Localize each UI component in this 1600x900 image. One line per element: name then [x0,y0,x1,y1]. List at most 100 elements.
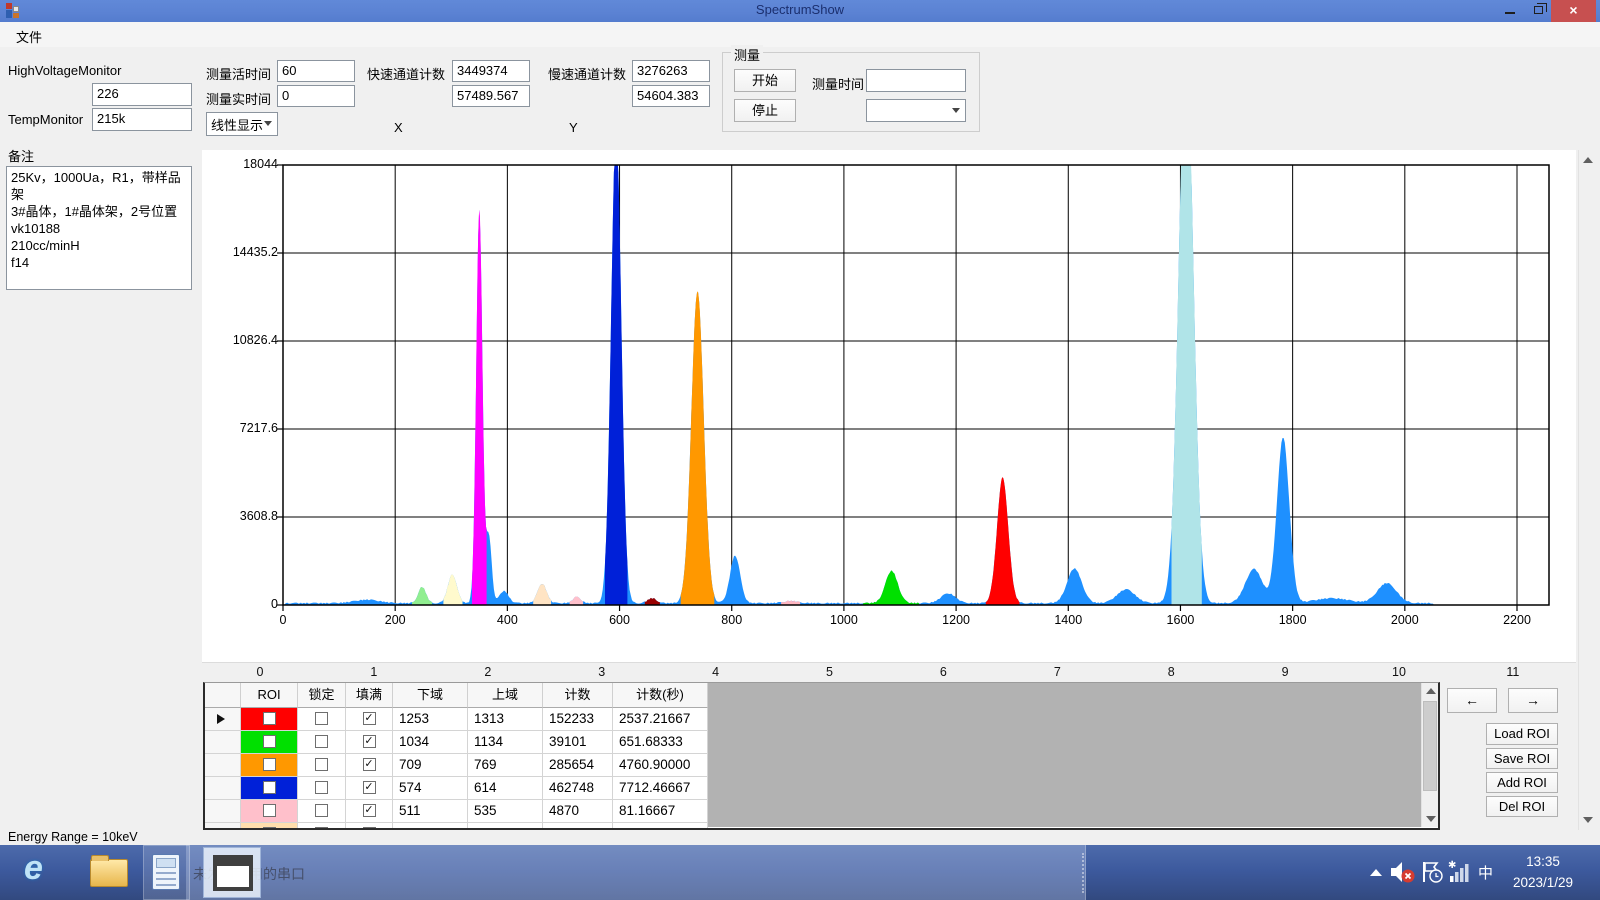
count-cell[interactable]: 462748 [543,777,613,800]
save-roi-button[interactable]: Save ROI [1486,748,1558,769]
roi-color-cell[interactable] [241,708,298,731]
menu-file[interactable]: 文件 [16,27,42,46]
column-header-ROI[interactable]: ROI [241,683,298,708]
upper-bound-cell[interactable]: 769 [468,754,543,777]
lower-bound-cell[interactable]: 1034 [393,731,468,754]
close-button[interactable]: × [1551,0,1596,22]
roi-color-cell[interactable] [241,823,298,830]
file-explorer-icon[interactable] [90,859,128,887]
restore-button[interactable] [1526,0,1550,22]
del-roi-button[interactable]: Del ROI [1486,796,1558,817]
locked-cell[interactable] [298,731,346,754]
lower-bound-cell[interactable]: 511 [393,800,468,823]
count-cell[interactable] [543,823,613,830]
filled-cell[interactable]: ✓ [346,823,393,830]
column-header-下域[interactable]: 下域 [393,683,468,708]
column-header-计数(秒)[interactable]: 计数(秒) [613,683,708,708]
slow-channel-count-field[interactable]: 3276263 [632,60,710,82]
filled-cell[interactable]: ✓ [346,800,393,823]
row-selector-cell[interactable] [205,823,241,830]
roi-color-cell[interactable] [241,800,298,823]
action-center-flag-icon[interactable] [1420,860,1444,884]
scroll-right-button[interactable]: → [1508,688,1558,713]
locked-cell[interactable] [298,800,346,823]
title-bar[interactable]: SpectrumShow × [0,0,1600,22]
roi-table[interactable]: ROI锁定填满下域上域计数计数(秒)✓125313131522332537.21… [203,682,1440,830]
count-per-sec-cell[interactable] [613,823,708,830]
lower-bound-cell[interactable]: 574 [393,777,468,800]
roi-color-checkbox[interactable] [263,804,276,817]
locked-checkbox[interactable] [315,758,328,771]
scroll-down-icon[interactable] [1583,817,1593,823]
filled-cell[interactable]: ✓ [346,777,393,800]
locked-cell[interactable] [298,754,346,777]
lower-bound-cell[interactable]: 709 [393,754,468,777]
count-cell[interactable]: 4870 [543,800,613,823]
lower-bound-cell[interactable] [393,823,468,830]
high-voltage-field[interactable]: 226 [92,83,192,106]
count-per-sec-cell[interactable]: 7712.46667 [613,777,708,800]
show-hidden-icons-icon[interactable] [1370,869,1382,876]
column-header-填满[interactable]: 填满 [346,683,393,708]
count-cell[interactable]: 285654 [543,754,613,777]
scroll-up-icon[interactable] [1583,157,1593,163]
temp-monitor-field[interactable]: 215k [92,108,192,131]
row-selector-header[interactable] [205,683,241,708]
spectrum-chart[interactable]: 03608.87217.610826.414435.218044 0200400… [202,150,1576,662]
filled-checkbox[interactable]: ✓ [363,781,376,794]
notes-textarea[interactable]: 25Kv，1000Ua，R1，带样品架 3#晶体，1#晶体架，2号位置 vk10… [6,166,192,290]
row-selector-cell[interactable] [205,731,241,754]
filled-checkbox[interactable]: ✓ [363,758,376,771]
internet-explorer-icon[interactable]: e [24,849,43,888]
roi-color-cell[interactable] [241,777,298,800]
ime-indicator[interactable]: 中 [1478,862,1493,883]
measure-time-field[interactable] [866,69,966,92]
active-app-band[interactable] [186,845,1086,900]
network-signal-icon[interactable]: ✱ [1448,860,1474,884]
count-per-sec-cell[interactable]: 2537.21667 [613,708,708,731]
count-cell[interactable]: 39101 [543,731,613,754]
display-mode-combobox[interactable]: 线性显示 [206,112,278,136]
scroll-left-button[interactable]: ← [1447,688,1497,713]
count-per-sec-cell[interactable]: 651.68333 [613,731,708,754]
upper-bound-cell[interactable]: 1313 [468,708,543,731]
fast-channel-count-field[interactable]: 3449374 [452,60,530,82]
roi-color-checkbox[interactable] [263,758,276,771]
minimize-button[interactable] [1497,0,1523,22]
roi-color-checkbox[interactable] [263,781,276,794]
count-cell[interactable]: 152233 [543,708,613,731]
filled-checkbox[interactable]: ✓ [363,804,376,817]
filled-checkbox[interactable]: ✓ [363,712,376,725]
window-scrollbar[interactable] [1578,150,1596,830]
add-roi-button[interactable]: Add ROI [1486,772,1558,793]
table-scrollbar[interactable] [1421,683,1438,827]
filled-cell[interactable]: ✓ [346,708,393,731]
roi-color-checkbox[interactable] [263,735,276,748]
count-per-sec-cell[interactable]: 4760.90000 [613,754,708,777]
locked-cell[interactable] [298,708,346,731]
taskbar-clock[interactable]: 13:35 2023/1/29 [1498,851,1588,893]
row-selector-cell[interactable] [205,777,241,800]
load-roi-button[interactable]: Load ROI [1486,723,1558,745]
roi-color-checkbox[interactable] [263,712,276,725]
row-selector-cell[interactable] [205,800,241,823]
locked-cell[interactable] [298,823,346,830]
locked-checkbox[interactable] [315,781,328,794]
column-header-上域[interactable]: 上域 [468,683,543,708]
roi-color-cell[interactable] [241,731,298,754]
filled-cell[interactable]: ✓ [346,754,393,777]
live-time-field[interactable]: 60 [277,60,355,82]
volume-muted-icon[interactable] [1390,860,1416,884]
roi-color-cell[interactable] [241,754,298,777]
row-selector-cell[interactable] [205,754,241,777]
upper-bound-cell[interactable] [468,823,543,830]
count-per-sec-cell[interactable]: 81.16667 [613,800,708,823]
active-window-button[interactable] [203,847,261,898]
fast-channel-rate-field[interactable]: 57489.567 [452,85,530,107]
upper-bound-cell[interactable]: 614 [468,777,543,800]
scroll-up-icon[interactable] [1426,688,1436,694]
upper-bound-cell[interactable]: 1134 [468,731,543,754]
scroll-down-icon[interactable] [1426,816,1436,822]
scrollbar-thumb[interactable] [1423,701,1437,791]
upper-bound-cell[interactable]: 535 [468,800,543,823]
